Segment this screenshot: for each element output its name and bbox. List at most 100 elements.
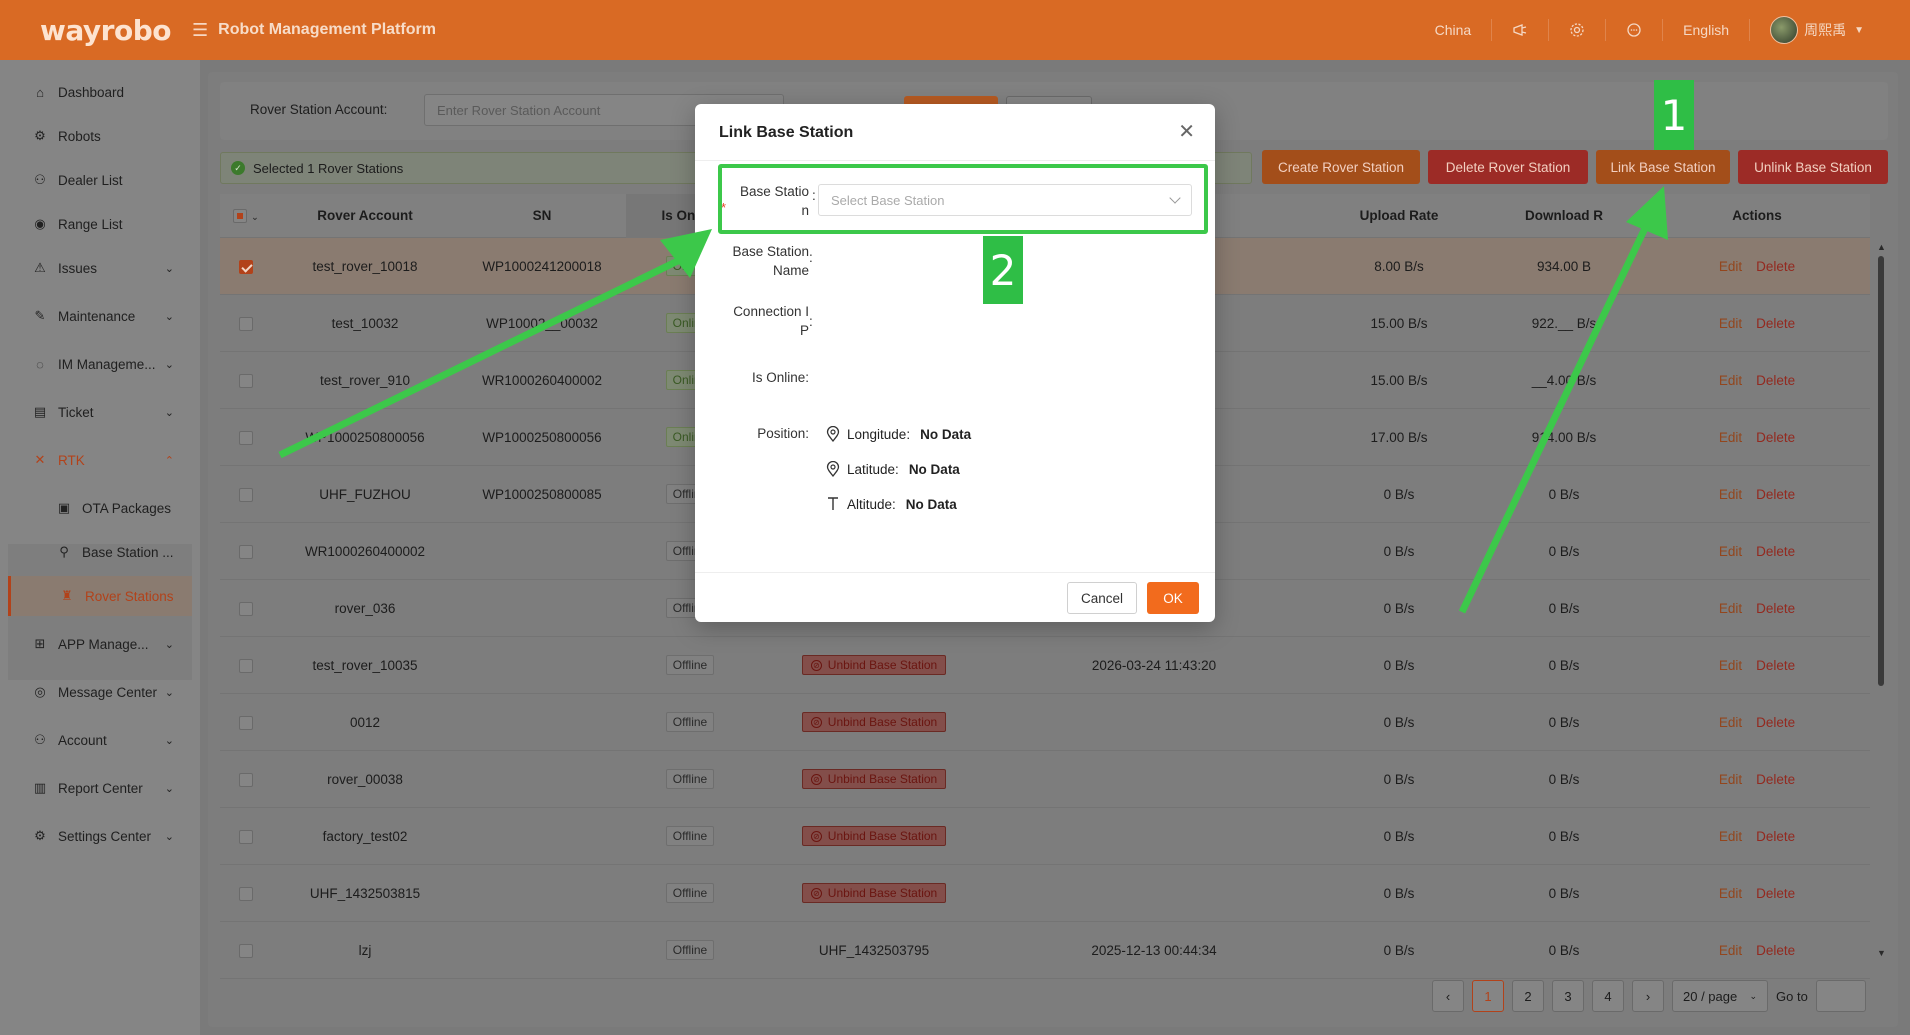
table-row[interactable]: lzj Offline UHF_1432503795 2025-12-13 00:44… — [220, 922, 1870, 979]
table-row[interactable]: test_rover_10035 Offline ⊘ Unbind Base Stat… — [220, 637, 1870, 694]
sidebar-item-dashboard[interactable]: ⌂ Dashboard — [8, 72, 192, 112]
row-checkbox[interactable] — [239, 259, 253, 274]
row-checkbox-cell[interactable] — [220, 657, 272, 673]
row-checkbox[interactable] — [239, 772, 253, 787]
edit-link[interactable]: Edit — [1719, 772, 1742, 787]
checkbox-indeterminate[interactable] — [233, 209, 248, 224]
row-checkbox-cell[interactable] — [220, 771, 272, 787]
sidebar-item-app-management[interactable]: ⊞ APP Manage... ⌄ — [8, 624, 192, 664]
delete-rover-station-button[interactable]: Delete Rover Station — [1428, 150, 1588, 184]
unbind-base-station-tag[interactable]: ⊘ Unbind Base Station — [801, 769, 947, 789]
row-checkbox[interactable] — [239, 715, 253, 730]
row-checkbox[interactable] — [239, 829, 253, 844]
delete-link[interactable]: Delete — [1756, 544, 1795, 559]
row-checkbox-cell[interactable] — [220, 714, 272, 730]
language-selector[interactable]: English — [1662, 19, 1749, 41]
delete-link[interactable]: Delete — [1756, 829, 1795, 844]
unbind-base-station-tag[interactable]: ⊘ Unbind Base Station — [801, 712, 947, 732]
delete-link[interactable]: Delete — [1756, 886, 1795, 901]
cancel-button[interactable]: Cancel — [1067, 582, 1137, 614]
delete-link[interactable]: Delete — [1756, 715, 1795, 730]
unbind-base-station-tag[interactable]: ⊘ Unbind Base Station — [801, 826, 947, 846]
delete-link[interactable]: Delete — [1756, 601, 1795, 616]
create-rover-station-button[interactable]: Create Rover Station — [1262, 150, 1420, 184]
link-base-station-button[interactable]: Link Base Station — [1596, 150, 1730, 184]
edit-link[interactable]: Edit — [1719, 943, 1742, 958]
sidebar-item-message-center[interactable]: ◎ Message Center ⌄ — [8, 672, 192, 712]
sidebar-item-issues[interactable]: ⚠ Issues ⌄ — [8, 248, 192, 288]
sidebar-item-dealer-list[interactable]: ⚇ Dealer List — [8, 160, 192, 200]
row-checkbox-cell[interactable] — [220, 600, 272, 616]
row-checkbox-cell[interactable] — [220, 315, 272, 331]
table-row[interactable]: 0012 Offline ⊘ Unbind Base Station 0 B/s 0 B/… — [220, 694, 1870, 751]
row-checkbox-cell[interactable] — [220, 942, 272, 958]
sidebar-item-ticket[interactable]: ▤ Ticket ⌄ — [8, 392, 192, 432]
row-checkbox-cell[interactable] — [220, 429, 272, 445]
sidebar-item-report-center[interactable]: ▥ Report Center ⌄ — [8, 768, 192, 808]
row-checkbox-cell[interactable] — [220, 828, 272, 844]
sidebar-item-maintenance[interactable]: ✎ Maintenance ⌄ — [8, 296, 192, 336]
unlink-base-station-button[interactable]: Unlink Base Station — [1738, 150, 1888, 184]
sidebar-item-robots[interactable]: ⚙ Robots — [8, 116, 192, 156]
table-row[interactable]: factory_test02 Offline ⊘ Unbind Base Statio… — [220, 808, 1870, 865]
sidebar-item-account[interactable]: ⚇ Account ⌄ — [8, 720, 192, 760]
user-menu[interactable]: 周熙禹 ▼ — [1749, 16, 1884, 44]
page-size-select[interactable]: 20 / page ⌄ — [1672, 980, 1768, 1012]
prev-page-button[interactable]: ‹ — [1432, 980, 1464, 1012]
table-scrollbar[interactable]: ▲ ▼ — [1876, 242, 1886, 962]
scroll-down-icon[interactable]: ▼ — [1877, 948, 1886, 958]
page-2[interactable]: 2 — [1512, 980, 1544, 1012]
edit-link[interactable]: Edit — [1719, 829, 1742, 844]
page-4[interactable]: 4 — [1592, 980, 1624, 1012]
row-checkbox[interactable] — [239, 544, 253, 559]
edit-link[interactable]: Edit — [1719, 259, 1742, 274]
delete-link[interactable]: Delete — [1756, 943, 1795, 958]
scroll-up-icon[interactable]: ▲ — [1877, 242, 1886, 252]
row-checkbox[interactable] — [239, 601, 253, 616]
delete-link[interactable]: Delete — [1756, 772, 1795, 787]
page-3[interactable]: 3 — [1552, 980, 1584, 1012]
table-row[interactable]: UHF_1432503815 Offline ⊘ Unbind Base Statio… — [220, 865, 1870, 922]
delete-link[interactable]: Delete — [1756, 373, 1795, 388]
unbind-base-station-tag[interactable]: ⊘ Unbind Base Station — [801, 655, 947, 675]
table-row[interactable]: rover_00038 Offline ⊘ Unbind Base Station 0 … — [220, 751, 1870, 808]
next-page-button[interactable]: › — [1632, 980, 1664, 1012]
goto-page-input[interactable] — [1815, 980, 1866, 1012]
delete-link[interactable]: Delete — [1756, 430, 1795, 445]
edit-link[interactable]: Edit — [1719, 544, 1742, 559]
delete-link[interactable]: Delete — [1756, 259, 1795, 274]
select-all-checkbox[interactable]: ⌄ — [220, 208, 272, 224]
edit-link[interactable]: Edit — [1719, 316, 1742, 331]
edit-link[interactable]: Edit — [1719, 601, 1742, 616]
sidebar-item-base-station[interactable]: ⚲ Base Station ... — [8, 532, 192, 572]
row-checkbox[interactable] — [239, 658, 253, 673]
edit-link[interactable]: Edit — [1719, 658, 1742, 673]
settings-icon[interactable] — [1548, 19, 1605, 41]
message-icon[interactable] — [1605, 19, 1662, 41]
sidebar-item-rover-stations[interactable]: ♜ Rover Stations — [8, 576, 192, 616]
menu-collapse-icon[interactable]: ☰ — [192, 20, 208, 41]
row-checkbox[interactable] — [239, 886, 253, 901]
close-icon[interactable]: ✕ — [1178, 122, 1195, 142]
edit-link[interactable]: Edit — [1719, 487, 1742, 502]
delete-link[interactable]: Delete — [1756, 316, 1795, 331]
row-checkbox-cell[interactable] — [220, 885, 272, 901]
page-1[interactable]: 1 — [1472, 980, 1504, 1012]
row-checkbox[interactable] — [239, 373, 253, 388]
unbind-base-station-tag[interactable]: ⊘ Unbind Base Station — [801, 883, 947, 903]
sidebar-item-ota-packages[interactable]: ▣ OTA Packages — [8, 488, 192, 528]
edit-link[interactable]: Edit — [1719, 886, 1742, 901]
announcement-icon[interactable] — [1491, 19, 1548, 41]
delete-link[interactable]: Delete — [1756, 658, 1795, 673]
ok-button[interactable]: OK — [1147, 582, 1199, 614]
edit-link[interactable]: Edit — [1719, 430, 1742, 445]
row-checkbox[interactable] — [239, 430, 253, 445]
sidebar-item-range-list[interactable]: ◉ Range List — [8, 204, 192, 244]
row-checkbox[interactable] — [239, 316, 253, 331]
edit-link[interactable]: Edit — [1719, 373, 1742, 388]
wayrobo-logo[interactable]: wayrobo — [0, 14, 190, 47]
row-checkbox-cell[interactable] — [220, 486, 272, 502]
row-checkbox-cell[interactable] — [220, 372, 272, 388]
sidebar-item-rtk[interactable]: ✕ RTK ⌃ — [8, 440, 192, 480]
sidebar-item-im-management[interactable]: ◌ IM Manageme... ⌄ — [8, 344, 192, 384]
